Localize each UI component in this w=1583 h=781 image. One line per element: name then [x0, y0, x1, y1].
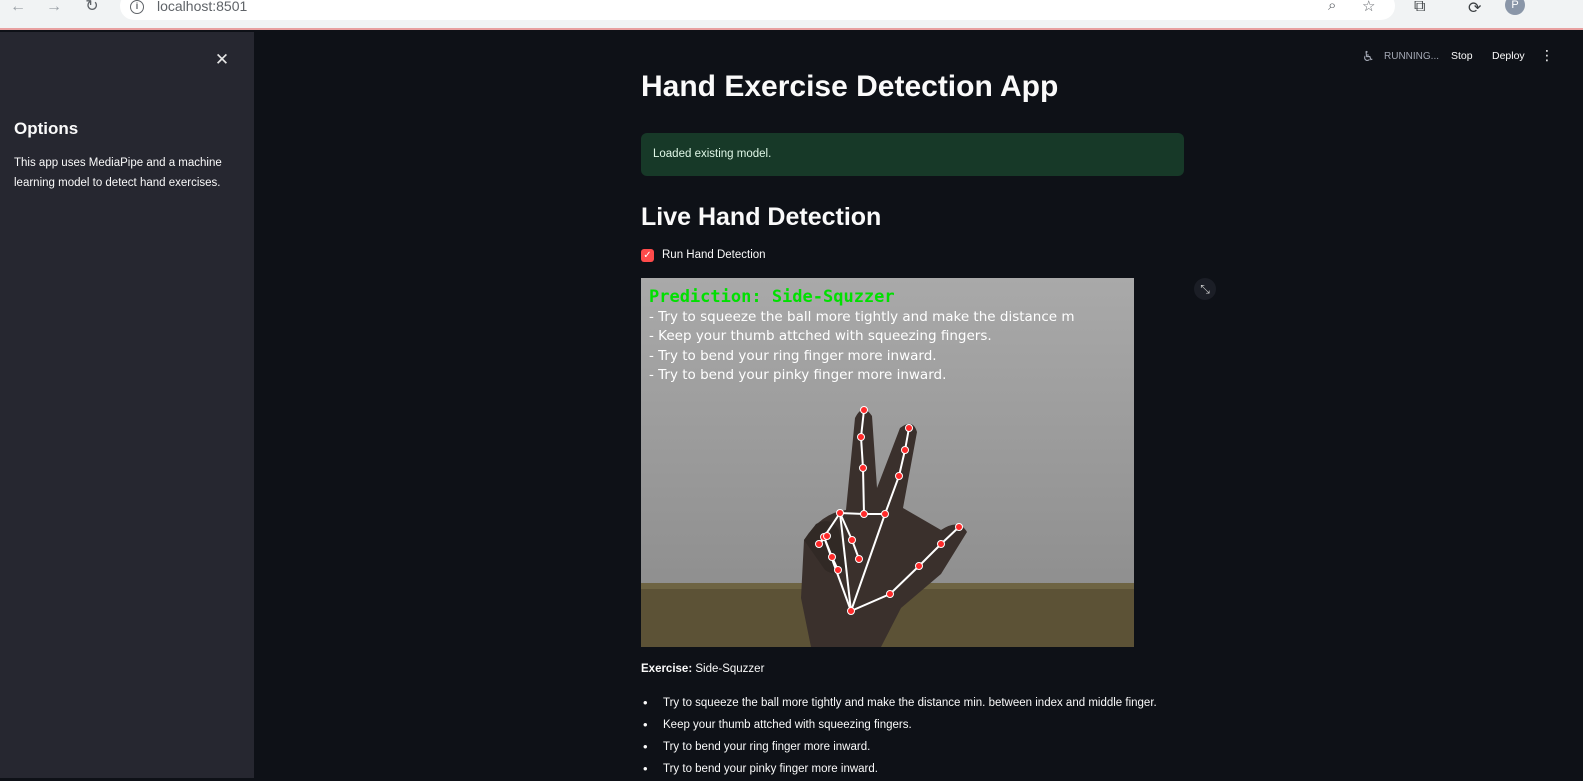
sidebar: ✕ Options This app uses MediaPipe and a … [0, 32, 254, 778]
checkbox-label[interactable]: Run Hand Detection [662, 249, 766, 261]
reload-icon[interactable]: ↻ [82, 0, 102, 15]
forward-icon[interactable]: → [44, 0, 64, 15]
run-detection-checkbox[interactable]: ✓ [641, 249, 654, 262]
browser-toolbar: ← → ↻ i localhost:8501 ⌕ ☆ ⧉ ⟳ P [0, 0, 1583, 30]
zoom-icon[interactable]: ⌕ [1328, 0, 1336, 14]
close-sidebar-icon[interactable]: ✕ [212, 50, 232, 70]
list-item: Try to bend your ring finger more inward… [641, 737, 1201, 759]
site-info-icon[interactable]: i [130, 0, 144, 14]
video-frame: Prediction: Side-Squzzer - Try to squeez… [641, 278, 1134, 647]
url-text[interactable]: localhost:8501 [157, 0, 247, 14]
address-bar[interactable]: i localhost:8501 ⌕ ☆ [120, 0, 1395, 20]
overlay-line: - Try to squeeze the ball more tightly a… [649, 309, 1075, 325]
extensions-icon[interactable]: ⧉ [1414, 0, 1425, 16]
running-status: RUNNING... [1384, 51, 1439, 62]
sidebar-heading: Options [14, 119, 79, 138]
stop-button[interactable]: Stop [1451, 50, 1473, 62]
exercise-value: Side-Squzzer [695, 663, 765, 675]
list-item: Keep your thumb attched with squeezing f… [641, 715, 1201, 737]
profile-avatar[interactable]: P [1505, 0, 1525, 15]
list-item: Try to squeeze the ball more tightly and… [641, 693, 1201, 715]
exercise-result: Exercise: Side-Squzzer [641, 663, 764, 675]
success-alert: Loaded existing model. [641, 133, 1184, 176]
running-status-icon: ♿ [1362, 48, 1375, 64]
overlay-line: - Try to bend your pinky finger more inw… [649, 367, 946, 383]
alert-text: Loaded existing model. [653, 148, 772, 160]
fullscreen-icon[interactable]: ⤡ [1194, 278, 1216, 300]
exercise-label: Exercise: [641, 663, 693, 675]
overlay-line: - Keep your thumb attched with squeezing… [649, 328, 992, 344]
deploy-button[interactable]: Deploy [1492, 50, 1525, 62]
sidebar-description: This app uses MediaPipe and a machine le… [14, 157, 222, 189]
section-title: Live Hand Detection [641, 203, 882, 231]
tips-list: Try to squeeze the ball more tightly and… [641, 693, 1201, 781]
sync-icon[interactable]: ⟳ [1468, 0, 1481, 18]
back-icon[interactable]: ← [8, 0, 28, 15]
bookmark-star-icon[interactable]: ☆ [1362, 0, 1375, 15]
prediction-overlay: Prediction: Side-Squzzer [649, 287, 895, 307]
overlay-line: - Try to bend your ring finger more inwa… [649, 348, 937, 364]
page-title: Hand Exercise Detection App [641, 70, 1059, 103]
main-menu-icon[interactable]: ⋮ [1540, 47, 1554, 64]
camera-frame: Prediction: Side-Squzzer - Try to squeez… [641, 278, 1134, 647]
